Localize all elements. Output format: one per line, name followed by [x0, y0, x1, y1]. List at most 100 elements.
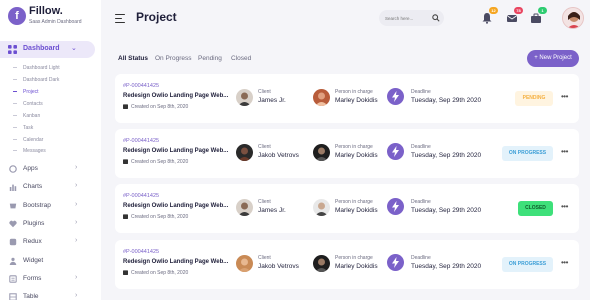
- sidebar-item-redux[interactable]: Redux ›: [0, 236, 95, 250]
- deadline-date: Tuesday, Sep 29th 2020: [411, 207, 482, 214]
- client-label: Client: [258, 89, 271, 95]
- calendar-icon: [123, 104, 128, 109]
- filter-on-progress[interactable]: On Progress: [155, 55, 192, 62]
- project-id[interactable]: #P-000441425: [123, 193, 159, 199]
- app-name: Fillow.: [29, 5, 63, 17]
- more-options-icon[interactable]: •••: [561, 202, 568, 211]
- sidebar: f Fillow. Saas Admin Dashboard Dashboard…: [0, 0, 101, 300]
- client-name: James Jr.: [258, 97, 286, 104]
- app-logo: f: [8, 7, 26, 25]
- person-label: Person in charge: [335, 144, 373, 150]
- sidebar-item-label: Redux: [23, 238, 42, 245]
- sidebar-item-plugins[interactable]: Plugins ›: [0, 218, 95, 232]
- chevron-right-icon: ›: [75, 182, 78, 189]
- new-project-button[interactable]: + New Project: [527, 50, 579, 67]
- sidebar-item-label: Bootstrap: [23, 202, 51, 209]
- more-options-icon[interactable]: •••: [561, 92, 568, 101]
- person-avatar: [313, 255, 330, 272]
- sidebar-item-label: Forms: [23, 275, 42, 282]
- hamburger-menu-icon[interactable]: [115, 14, 125, 23]
- chevron-down-icon: ⌄: [71, 45, 77, 52]
- client-name: Jakob Vetrovs: [258, 263, 299, 270]
- sidebar-item-label: Dashboard: [23, 45, 60, 52]
- sidebar-subitem-calendar[interactable]: Calendar: [13, 137, 43, 143]
- client-avatar: [236, 255, 253, 272]
- search-input[interactable]: [385, 13, 430, 23]
- person-label: Person in charge: [335, 199, 373, 205]
- chevron-right-icon: ›: [75, 274, 78, 281]
- deadline-label: Deadline: [411, 199, 431, 205]
- project-name[interactable]: Redesign Owlio Landing Page Web...: [123, 259, 228, 265]
- chevron-right-icon: ›: [75, 237, 78, 244]
- project-id[interactable]: #P-000441425: [123, 138, 159, 144]
- client-avatar: [236, 89, 253, 106]
- client-avatar: [236, 144, 253, 161]
- sidebar-subitem-messages[interactable]: Messages: [13, 148, 46, 154]
- deadline-label: Deadline: [411, 89, 431, 95]
- inbox-button[interactable]: 1: [530, 7, 547, 25]
- sidebar-subitem-task[interactable]: Task: [13, 125, 33, 131]
- sidebar-item-label: Charts: [23, 183, 43, 190]
- search-icon[interactable]: [432, 14, 440, 22]
- notifications-button[interactable]: 12: [481, 7, 498, 25]
- sidebar-item-label: Plugins: [23, 220, 45, 227]
- calendar-icon: [123, 159, 128, 164]
- search-box: [379, 10, 444, 26]
- project-created-date: Created on Sep 8th, 2020: [131, 104, 189, 110]
- page-title: Project: [136, 10, 177, 24]
- project-name[interactable]: Redesign Owlio Landing Page Web...: [123, 148, 228, 154]
- filter-closed[interactable]: Closed: [231, 55, 251, 62]
- person-label: Person in charge: [335, 255, 373, 261]
- bolt-icon: [387, 88, 404, 105]
- sidebar-subitem-dashboard-light[interactable]: Dashboard Light: [13, 65, 60, 71]
- project-created-date: Created on Sep 8th, 2020: [131, 214, 189, 220]
- sidebar-subitem-dashboard-dark[interactable]: Dashboard Dark: [13, 77, 59, 83]
- client-name: Jakob Vetrovs: [258, 152, 299, 159]
- messages-button[interactable]: 78: [506, 7, 523, 25]
- heart-icon: [9, 220, 17, 228]
- project-name[interactable]: Redesign Owlio Landing Page Web...: [123, 93, 228, 99]
- apps-icon: [9, 165, 17, 173]
- person-avatar: [313, 199, 330, 216]
- project-card: #P-000441425 Redesign Owlio Landing Page…: [115, 240, 579, 289]
- client-label: Client: [258, 199, 271, 205]
- person-name: Marley Dokidis: [335, 207, 378, 214]
- sidebar-item-charts[interactable]: Charts ›: [0, 181, 95, 195]
- sidebar-item-bootstrap[interactable]: Bootstrap ›: [0, 200, 95, 214]
- inbox-count-badge: 1: [538, 7, 547, 14]
- deadline-label: Deadline: [411, 255, 431, 261]
- project-id[interactable]: #P-000441425: [123, 249, 159, 255]
- sidebar-item-label: Widget: [23, 257, 44, 264]
- sidebar-item-dashboard[interactable]: Dashboard ⌄: [0, 41, 95, 58]
- deadline-date: Tuesday, Sep 29th 2020: [411, 97, 482, 104]
- calendar-icon: [123, 214, 128, 219]
- sidebar-item-apps[interactable]: Apps ›: [0, 163, 95, 177]
- table-icon: [9, 293, 17, 300]
- deadline-label: Deadline: [411, 144, 431, 150]
- notification-count-badge: 12: [489, 7, 498, 14]
- sidebar-item-widget[interactable]: Widget: [0, 255, 95, 269]
- widget-icon: [9, 257, 17, 265]
- bolt-icon: [387, 254, 404, 271]
- project-created-date: Created on Sep 8th, 2020: [131, 159, 189, 165]
- project-created-date: Created on Sep 8th, 2020: [131, 270, 189, 276]
- sidebar-subitem-contacts[interactable]: Contacts: [13, 101, 43, 107]
- project-name[interactable]: Redesign Owlio Landing Page Web...: [123, 203, 228, 209]
- client-label: Client: [258, 144, 271, 150]
- filter-pending[interactable]: Pending: [198, 55, 222, 62]
- more-options-icon[interactable]: •••: [561, 147, 568, 156]
- status-badge: ON PROGRESS: [502, 146, 553, 161]
- sidebar-subitem-project[interactable]: Project: [13, 89, 39, 95]
- filter-all-status[interactable]: All Status: [118, 55, 148, 62]
- more-options-icon[interactable]: •••: [561, 258, 568, 267]
- person-label: Person in charge: [335, 89, 373, 95]
- user-avatar[interactable]: [562, 7, 584, 29]
- user-avatar-image: [563, 8, 583, 28]
- project-id[interactable]: #P-000441425: [123, 83, 159, 89]
- sidebar-item-forms[interactable]: Forms ›: [0, 273, 95, 287]
- forms-icon: [9, 275, 17, 283]
- sidebar-subitem-kanban[interactable]: Kanban: [13, 113, 40, 119]
- sidebar-item-table[interactable]: Table ›: [0, 291, 95, 300]
- chevron-right-icon: ›: [75, 164, 78, 171]
- person-avatar: [313, 89, 330, 106]
